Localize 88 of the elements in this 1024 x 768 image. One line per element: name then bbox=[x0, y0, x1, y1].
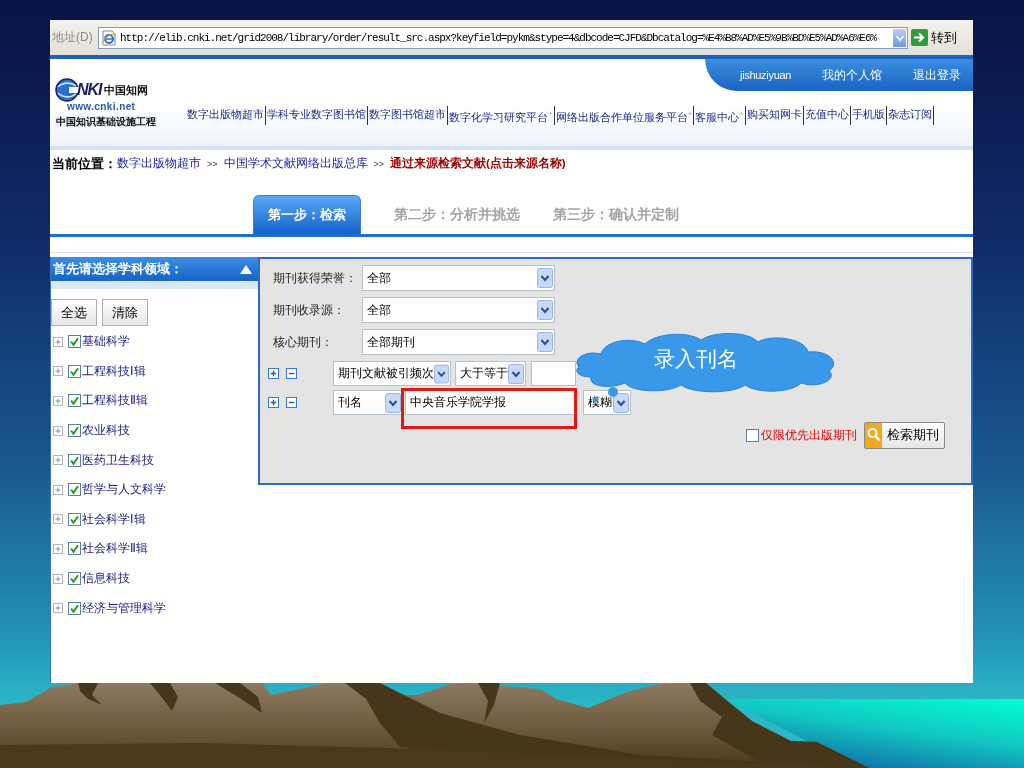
logo-tagline: 中国知识基础设施工程 bbox=[55, 116, 157, 127]
panel-button[interactable]: 清除 bbox=[102, 299, 148, 326]
expand-icon[interactable] bbox=[53, 425, 63, 436]
nav-link[interactable]: 数字化学习研究平台$^{+}$ bbox=[448, 106, 555, 125]
filter-label: 期刊收录源： bbox=[273, 301, 346, 319]
subject-label[interactable]: 社会科学Ⅰ辑 bbox=[82, 510, 146, 528]
address-field[interactable]: http://elib.cnki.net/grid2008/library/order/result_src.aspx?keyfield=pykm&stype=4&dbcode=CJFD&Dbcatalog=%E4%B8%AD%E5%9B%BD%E5%AD%A6%E6% bbox=[98, 26, 908, 49]
remove-icon[interactable] bbox=[286, 368, 297, 379]
subject-label[interactable]: 医药卫生科技 bbox=[82, 451, 154, 469]
expand-icon[interactable] bbox=[53, 484, 63, 495]
breadcrumb-separator: >> bbox=[373, 158, 385, 169]
subject-label[interactable]: 农业科技 bbox=[82, 422, 130, 440]
logo-url: www.cnki.net bbox=[67, 102, 136, 112]
search-icon bbox=[865, 423, 882, 448]
filter-dropdown[interactable]: 全部期刊 bbox=[362, 329, 555, 355]
thought-bubble-dot bbox=[608, 387, 618, 397]
checkbox[interactable] bbox=[746, 429, 759, 442]
nav-link[interactable]: 客服中心$^{+}$ bbox=[694, 106, 746, 125]
checkbox[interactable] bbox=[68, 364, 81, 378]
checkbox[interactable] bbox=[68, 453, 81, 467]
checkbox[interactable] bbox=[68, 542, 81, 556]
expand-icon[interactable] bbox=[53, 573, 63, 584]
globe-icon bbox=[55, 78, 79, 102]
breadcrumb-separator: >> bbox=[207, 158, 218, 169]
filter-label: 期刊获得荣誉： bbox=[273, 269, 358, 287]
dropdown-button[interactable] bbox=[893, 28, 906, 47]
expand-icon[interactable] bbox=[53, 603, 63, 614]
breadcrumb-current: 通过来源检索文献(点击来源名称) bbox=[390, 156, 566, 171]
panel-title: 首先请选择学科领域： bbox=[53, 260, 183, 278]
field-dropdown[interactable]: 期刊文献被引频次 bbox=[333, 361, 451, 386]
subject-label[interactable]: 信息科技 bbox=[82, 570, 130, 588]
subject-label[interactable]: 工程科技Ⅰ辑 bbox=[82, 362, 146, 380]
text-input[interactable] bbox=[531, 361, 576, 386]
subject-label[interactable]: 社会科学Ⅱ辑 bbox=[82, 540, 148, 558]
nav-link[interactable]: 充值中心 bbox=[804, 106, 851, 125]
nav-link[interactable]: 购买知网卡 bbox=[746, 106, 804, 125]
user-link[interactable]: jishuziyuan bbox=[740, 69, 792, 81]
expand-icon[interactable] bbox=[53, 336, 63, 347]
filter-dropdown[interactable]: 全部 bbox=[362, 265, 555, 291]
step-tab[interactable]: 第一步：检索 bbox=[253, 195, 361, 234]
checkbox[interactable] bbox=[68, 512, 81, 526]
breadcrumb-link[interactable]: 中国学术文献网络出版总库 bbox=[223, 156, 368, 171]
subject-label[interactable]: 工程科技Ⅱ辑 bbox=[82, 392, 148, 410]
logo-name: 中国知网 bbox=[103, 82, 148, 98]
add-icon[interactable] bbox=[268, 368, 279, 379]
nav-link[interactable]: 杂志订阅 bbox=[887, 106, 934, 125]
nav-link[interactable]: 学科专业数字图书馆 bbox=[266, 106, 368, 125]
arrow-icon bbox=[911, 29, 928, 46]
nav-link[interactable]: 手机版 bbox=[851, 106, 887, 125]
subject-label[interactable]: 哲学与人文科学 bbox=[82, 481, 166, 499]
subject-label[interactable]: 基础科学 bbox=[82, 333, 130, 351]
search-button[interactable]: 检索期刊 bbox=[864, 422, 945, 449]
breadcrumb-link[interactable]: 数字出版物超市 bbox=[117, 156, 201, 171]
nav-link[interactable]: 数字出版物超市 bbox=[186, 106, 266, 125]
checkbox[interactable] bbox=[68, 394, 81, 408]
user-link[interactable]: 我的个人馆 bbox=[822, 66, 883, 84]
user-link[interactable]: 退出登录 bbox=[913, 66, 962, 84]
checkbox[interactable] bbox=[68, 424, 81, 438]
remove-icon[interactable] bbox=[286, 397, 297, 408]
expand-icon[interactable] bbox=[53, 514, 63, 525]
operator-dropdown[interactable]: 大于等于 bbox=[455, 361, 526, 386]
subject-label[interactable]: 经济与管理科学 bbox=[82, 599, 166, 617]
callout-text: 录入刊名 bbox=[653, 346, 738, 373]
expand-icon[interactable] bbox=[53, 543, 63, 554]
page-icon bbox=[101, 29, 117, 46]
text-input[interactable]: 中央音乐学院学报 bbox=[405, 390, 575, 415]
add-icon[interactable] bbox=[268, 397, 279, 408]
caret-icon bbox=[895, 34, 904, 41]
field-dropdown[interactable]: 刊名 bbox=[333, 390, 403, 415]
nav-link[interactable]: 数字图书馆超市 bbox=[368, 106, 448, 125]
filter-dropdown[interactable]: 全部 bbox=[362, 297, 555, 323]
expand-icon[interactable] bbox=[53, 366, 63, 377]
checkbox[interactable] bbox=[68, 335, 81, 349]
go-button[interactable]: 转到 bbox=[911, 28, 957, 47]
expand-icon[interactable] bbox=[53, 455, 63, 466]
filter-label: 核心期刊： bbox=[273, 333, 334, 351]
checkbox-label[interactable]: 仅限优先出版期刊 bbox=[761, 428, 857, 443]
checkbox[interactable] bbox=[68, 483, 81, 497]
address-label: 地址(D) bbox=[52, 29, 94, 46]
checkbox[interactable] bbox=[68, 601, 81, 615]
checkbox[interactable] bbox=[68, 572, 81, 586]
logo-mark: NKI bbox=[77, 81, 102, 99]
thought-bubble-dot bbox=[593, 397, 598, 402]
breadcrumb-label: 当前位置： bbox=[52, 154, 117, 173]
expand-icon[interactable] bbox=[53, 396, 63, 406]
panel-button[interactable]: 全选 bbox=[51, 299, 97, 326]
collapse-icon[interactable] bbox=[240, 264, 252, 274]
nav-link[interactable]: 网络出版合作单位服务平台$^{+}$ bbox=[554, 106, 695, 125]
